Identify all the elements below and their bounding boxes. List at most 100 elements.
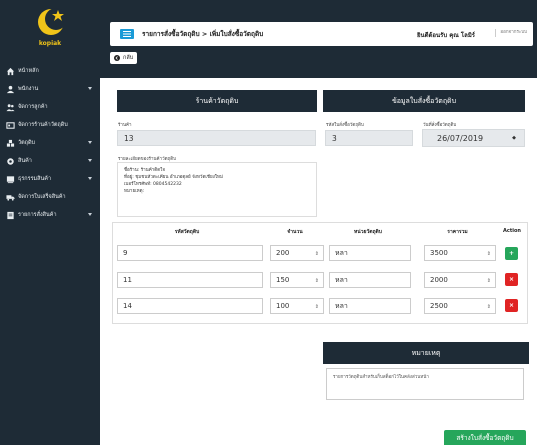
qty-value: 150 <box>276 276 290 284</box>
menu-toggle-button[interactable] <box>120 29 134 39</box>
total-value: 2000 <box>430 276 448 284</box>
add-row-button[interactable]: + <box>505 247 518 260</box>
store-label: ร้านค้า <box>118 123 132 128</box>
code-input[interactable]: 11 <box>117 272 263 288</box>
header: รายการสั่งซื้อวัตถุดิบ > เพิ่มใบสั่งซื้อ… <box>100 0 537 78</box>
note-textarea[interactable]: รายการวัตถุดิบสำหรับเก็บสต็อกไว้ในคลังส่… <box>326 368 524 400</box>
address-line: ชื่อร้าน: ร้านค้าติดใจ <box>124 168 165 173</box>
qty-value: 100 <box>276 302 290 310</box>
sidebar-item-label: หน้าหลัก <box>18 68 39 74</box>
truck-icon <box>6 193 15 202</box>
col-header-code: รหัสวัตถุดิบ <box>174 229 200 235</box>
sidebar-item-label: จัดการร้านค้าวัตถุดิบ <box>18 122 68 128</box>
sidebar-item-employees[interactable]: พนักงาน <box>0 80 100 98</box>
sidebar-item-label: พนักงาน <box>18 86 39 92</box>
unit-input[interactable]: หลา <box>329 298 411 314</box>
cart-icon <box>6 175 15 184</box>
sidebar-item-label: ธุรกรรมสินค้า <box>18 176 52 182</box>
chevron-down-icon <box>88 141 92 144</box>
sidebar-item-products[interactable]: สินค้า <box>0 152 100 170</box>
sidebar-item-customers[interactable]: จัดการลูกค้า <box>0 98 100 116</box>
sidebar-item-label: วัตถุดิบ <box>18 140 36 146</box>
sidebar-item-suppliers[interactable]: จัดการร้านค้าวัตถุดิบ <box>0 116 100 134</box>
sidebar-item-receipts[interactable]: จัดการใบเสร็จสินค้า <box>0 188 100 206</box>
spinner-icon[interactable]: ⇕ <box>487 278 491 284</box>
sidebar-item-materials[interactable]: วัตถุดิบ <box>0 134 100 152</box>
store-input[interactable]: 13 <box>117 130 316 146</box>
qty-input[interactable]: 200 ⇕ <box>270 245 324 261</box>
logo-icon <box>38 8 67 35</box>
address-line: เบอร์โทรศัพท์: 0804542232 <box>124 182 182 187</box>
code-input[interactable]: 9 <box>117 245 263 261</box>
order-date-value: 26/07/2019 <box>437 133 484 143</box>
col-header-unit: หน่วยวัตถุดิบ <box>354 229 382 235</box>
store-icon <box>6 121 15 130</box>
qty-input[interactable]: 100 ⇕ <box>270 298 324 314</box>
unit-input[interactable]: หลา <box>329 272 411 288</box>
address-line: ที่อยู่: ชุมชนหัวตะเคียน อำเภอตุลย์ จังห… <box>124 175 223 180</box>
spinner-icon[interactable]: ⇕ <box>487 251 491 257</box>
order-section-header: ข้อมูลใบสั่งซื้อวัตถุดิบ <box>323 90 525 112</box>
col-header-action: Action <box>503 228 521 234</box>
chevron-down-icon <box>88 177 92 180</box>
sidebar-item-label: รายการสั่งสินค้า <box>18 212 57 218</box>
sidebar-item-transactions[interactable]: ธุรกรรมสินค้า <box>0 170 100 188</box>
breadcrumb-bar: รายการสั่งซื้อวัตถุดิบ > เพิ่มใบสั่งซื้อ… <box>110 22 533 46</box>
address-line: หมายเหตุ: <box>124 189 145 194</box>
brand-name: kopiak <box>38 40 62 47</box>
sidebar-item-label: จัดการลูกค้า <box>18 104 48 110</box>
sidebar: kopiak หน้าหลัก พนักงาน จัดการลูกค้า จัด… <box>0 0 100 445</box>
logout-link[interactable]: ออกจากระบบ <box>495 29 527 37</box>
create-order-button[interactable]: สร้างใบสั่งซื้อวัตถุดิบ <box>444 430 526 445</box>
unit-input[interactable]: หลา <box>329 245 411 261</box>
total-input[interactable]: 2500 ⇕ <box>424 298 496 314</box>
qty-input[interactable]: 150 ⇕ <box>270 272 324 288</box>
list-icon <box>6 211 15 220</box>
user-icon <box>6 85 15 94</box>
total-value: 2500 <box>430 302 448 310</box>
close-icon: × <box>508 302 515 309</box>
spinner-icon[interactable]: ⇕ <box>315 278 319 284</box>
spinner-icon[interactable]: ⇕ <box>315 304 319 310</box>
col-header-total: ราคารวม <box>447 229 468 235</box>
breadcrumb: รายการสั่งซื้อวัตถุดิบ > เพิ่มใบสั่งซื้อ… <box>142 30 264 38</box>
store-section-header: ร้านค้าวัตถุดิบ <box>117 90 317 112</box>
order-date-label: วันที่สั่งซื้อวัตถุดิบ <box>423 123 457 128</box>
qty-value: 200 <box>276 249 290 257</box>
total-input[interactable]: 2000 ⇕ <box>424 272 496 288</box>
sidebar-item-orders[interactable]: รายการสั่งสินค้า <box>0 206 100 224</box>
chevron-down-icon <box>88 87 92 90</box>
product-icon <box>6 157 15 166</box>
total-input[interactable]: 3500 ⇕ <box>424 245 496 261</box>
spinner-icon[interactable]: ⇕ <box>315 251 319 257</box>
note-section-header: หมายเหตุ <box>323 342 529 364</box>
code-input[interactable]: 14 <box>117 298 263 314</box>
spinner-icon[interactable]: ◆ <box>512 135 516 141</box>
sidebar-item-label: สินค้า <box>18 158 32 164</box>
users-icon <box>6 103 15 112</box>
address-label: รายละเอียดของร้านค้าวัตถุดิบ <box>118 157 177 162</box>
back-button[interactable]: กลับ <box>110 52 138 64</box>
delete-row-button[interactable]: × <box>505 299 518 312</box>
chevron-down-icon <box>88 159 92 162</box>
sidebar-item-label: จัดการใบเสร็จสินค้า <box>18 194 66 200</box>
plus-icon: + <box>508 250 515 257</box>
chevron-down-icon <box>88 213 92 216</box>
sidebar-item-home[interactable]: หน้าหลัก <box>0 62 100 80</box>
spinner-icon[interactable]: ⇕ <box>487 304 491 310</box>
delete-row-button[interactable]: × <box>505 273 518 286</box>
hamburger-icon <box>123 31 131 37</box>
order-no-label: รหัสใบสั่งซื้อวัตถุดิบ <box>326 123 364 128</box>
back-button-label: กลับ <box>123 55 134 61</box>
cubes-icon <box>6 139 15 148</box>
close-icon: × <box>508 276 515 283</box>
home-icon <box>6 67 15 76</box>
order-date-input[interactable]: 26/07/2019 ◆ <box>422 129 525 147</box>
user-greeting: ยินดีต้อนรับ คุณ โลมิร์ <box>417 32 475 39</box>
total-value: 3500 <box>430 249 448 257</box>
store-address-box: ชื่อร้าน: ร้านค้าติดใจ ที่อยู่: ชุมชนหัว… <box>117 162 317 217</box>
arrow-left-icon <box>114 55 120 61</box>
col-header-qty: จำนวน <box>287 229 303 235</box>
order-no-input[interactable]: 3 <box>325 130 413 146</box>
sidebar-nav: หน้าหลัก พนักงาน จัดการลูกค้า จัดการร้าน… <box>0 62 100 224</box>
